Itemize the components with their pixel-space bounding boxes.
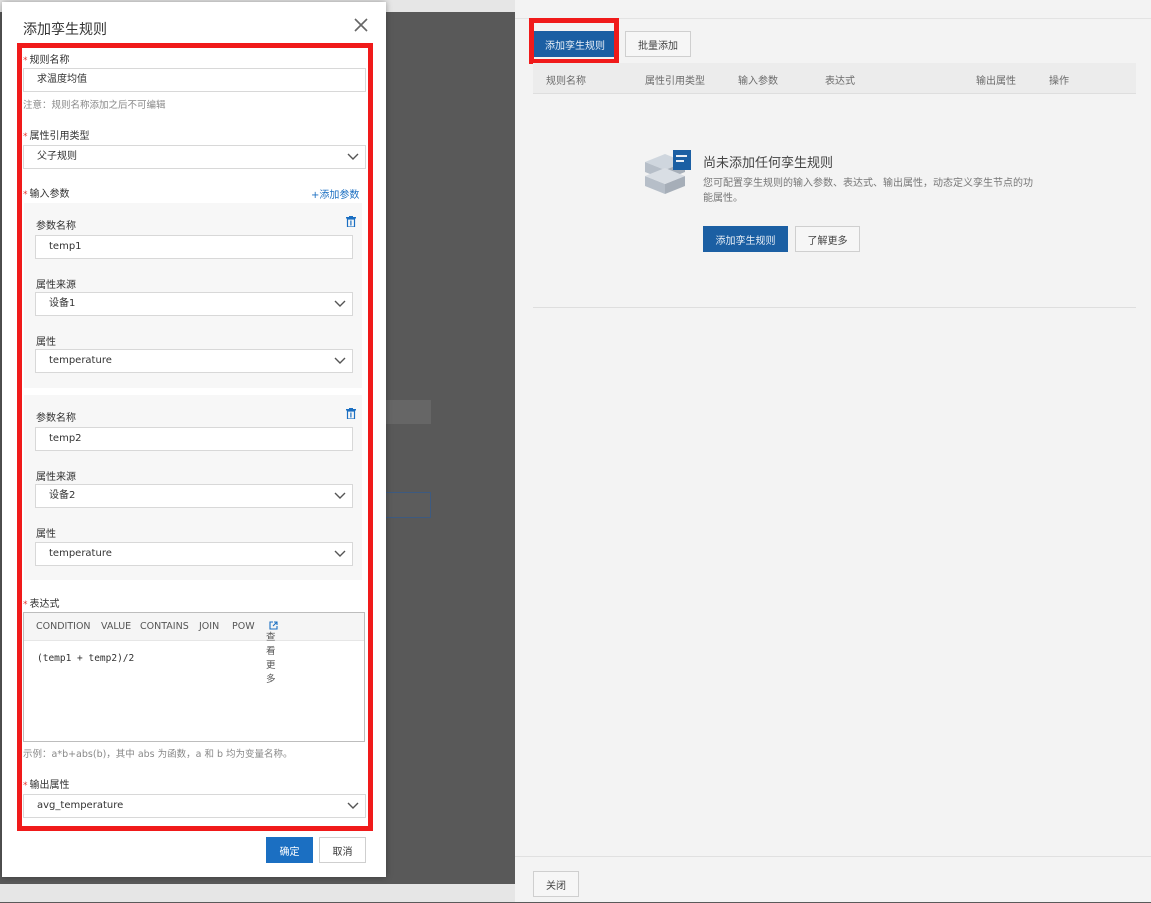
toolbar-condition[interactable]: CONDITION xyxy=(36,621,91,632)
close-panel-button[interactable]: 关闭 xyxy=(533,871,579,897)
highlight-box-add-button xyxy=(529,18,619,64)
chevron-down-icon xyxy=(334,492,346,499)
attr-value: temperature xyxy=(49,548,112,559)
expression-code: (temp1 + temp2)/2 xyxy=(37,653,135,664)
toolbar-value[interactable]: VALUE xyxy=(101,621,131,632)
param-name-input[interactable]: temp2 xyxy=(35,427,353,451)
background-field-focused xyxy=(385,492,431,518)
cube-doc-icon xyxy=(641,148,693,198)
background-field xyxy=(385,400,431,424)
col-rule-name: 规则名称 xyxy=(546,76,586,87)
empty-title: 尚未添加任何孪生规则 xyxy=(703,156,834,171)
batch-add-button[interactable]: 批量添加 xyxy=(625,31,691,57)
col-expression: 表达式 xyxy=(825,76,855,87)
attr-source-select[interactable]: 设备2 xyxy=(35,484,353,508)
panel-header xyxy=(515,0,1151,19)
attr-source-value: 设备2 xyxy=(49,490,76,501)
output-attr-value: avg_temperature xyxy=(37,800,124,811)
rules-table-header: 规则名称 属性引用类型 输入参数 表达式 输出属性 操作 xyxy=(533,63,1136,94)
toolbar-pow[interactable]: POW xyxy=(232,621,255,632)
trash-icon[interactable] xyxy=(346,216,356,227)
toolbar-join[interactable]: JOIN xyxy=(199,621,219,632)
col-output-attr: 输出属性 xyxy=(976,76,1016,87)
empty-add-rule-button[interactable]: 添加孪生规则 xyxy=(703,226,788,252)
rule-name-input[interactable]: 求温度均值 xyxy=(23,68,366,92)
empty-description: 您可配置孪生规则的输入参数、表达式、输出属性，动态定义孪生节点的功能属性。 xyxy=(703,178,1033,204)
output-attr-label: * 输出属性 xyxy=(23,780,70,791)
col-actions: 操作 xyxy=(1049,76,1069,87)
attr-source-select[interactable]: 设备1 xyxy=(35,292,353,316)
required-mark: * xyxy=(23,600,28,610)
rule-name-note: 注意：规则名称添加之后不可编辑 xyxy=(23,100,166,111)
attr-label: 属性 xyxy=(36,529,56,540)
attr-source-label: 属性来源 xyxy=(36,472,76,483)
expression-toolbar: CONDITION VALUE CONTAINS JOIN POW 查看更多 xyxy=(24,613,364,685)
attr-select[interactable]: temperature xyxy=(35,349,353,373)
required-mark: * xyxy=(23,190,28,200)
chevron-down-icon xyxy=(334,357,346,364)
attr-select[interactable]: temperature xyxy=(35,542,353,566)
required-mark: * xyxy=(23,132,28,142)
chevron-down-icon xyxy=(334,300,346,307)
panel-footer xyxy=(515,856,1151,903)
rule-name-label: * 规则名称 xyxy=(23,55,70,66)
attr-source-label: 属性来源 xyxy=(36,280,76,291)
close-icon[interactable] xyxy=(352,16,370,34)
ref-type-label: * 属性引用类型 xyxy=(23,131,90,142)
chevron-down-icon xyxy=(347,153,359,160)
attr-label: 属性 xyxy=(36,337,56,348)
toolbar-view-more[interactable]: 查看更多 xyxy=(266,621,278,685)
chevron-down-icon xyxy=(334,550,346,557)
learn-more-button[interactable]: 了解更多 xyxy=(795,226,860,252)
required-mark: * xyxy=(23,781,28,791)
chevron-down-icon xyxy=(347,802,359,809)
output-attr-select[interactable]: avg_temperature xyxy=(23,794,366,818)
param-name-label: 参数名称 xyxy=(36,413,76,424)
confirm-button[interactable]: 确定 xyxy=(266,837,313,863)
ref-type-select[interactable]: 父子规则 xyxy=(23,145,366,169)
expression-example: 示例：a*b+abs(b)，其中 abs 为函数，a 和 b 均为变量名称。 xyxy=(23,749,293,760)
toolbar-contains[interactable]: CONTAINS xyxy=(140,621,189,632)
col-ref-type: 属性引用类型 xyxy=(645,76,705,87)
param-name-input[interactable]: temp1 xyxy=(35,235,353,259)
attr-value: temperature xyxy=(49,355,112,366)
ref-type-value: 父子规则 xyxy=(37,151,77,162)
input-params-label: * 输入参数 xyxy=(23,189,70,200)
trash-icon[interactable] xyxy=(346,408,356,419)
expression-editor[interactable]: CONDITION VALUE CONTAINS JOIN POW 查看更多 (… xyxy=(23,612,365,742)
cancel-button[interactable]: 取消 xyxy=(319,837,366,863)
attr-source-value: 设备1 xyxy=(49,298,76,309)
expression-label: * 表达式 xyxy=(23,599,60,610)
add-param-link[interactable]: +添加参数 xyxy=(311,186,359,201)
col-input-params: 输入参数 xyxy=(738,76,778,87)
dialog-title: 添加孪生规则 xyxy=(23,22,107,38)
required-mark: * xyxy=(23,56,28,66)
param-name-label: 参数名称 xyxy=(36,221,76,232)
